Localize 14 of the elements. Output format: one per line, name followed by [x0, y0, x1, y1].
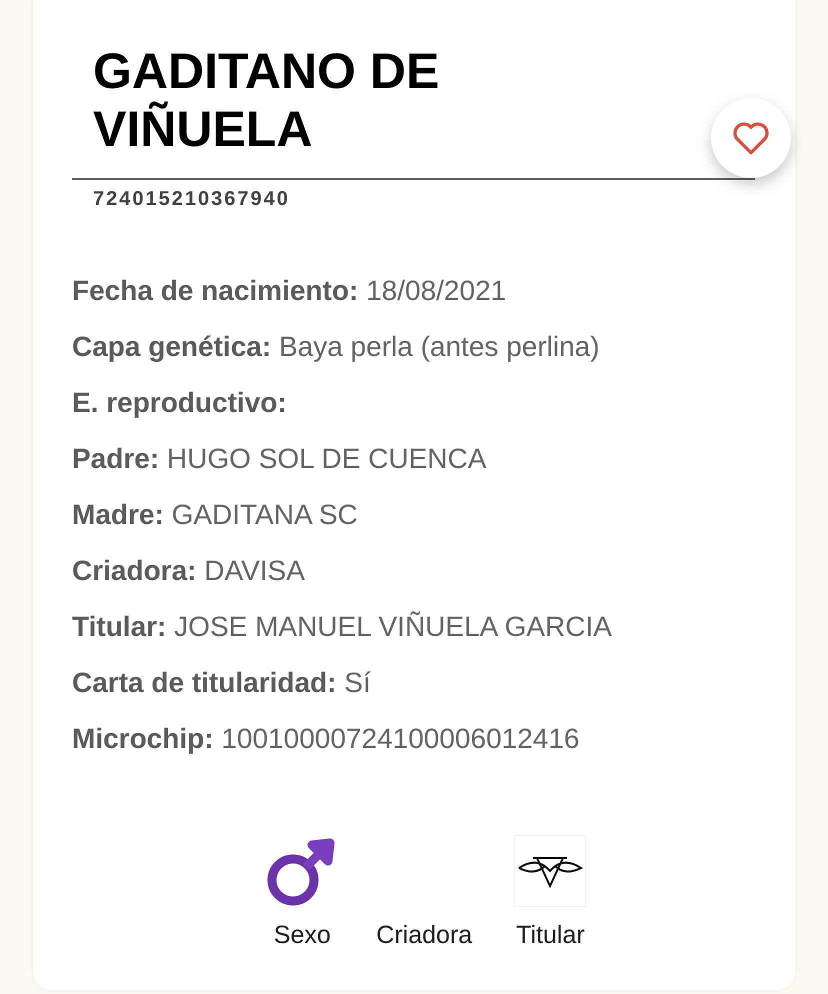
action-button[interactable]: Sexo [268, 917, 337, 954]
registration-number: 724015210367940 [93, 188, 290, 211]
info-line: Titular: JOSE MANUEL VIÑUELA GARCIA [72, 610, 612, 644]
horse-name: GADITANO DE VIÑUELA [93, 42, 440, 158]
action-button[interactable]: Criadora [370, 917, 478, 954]
info-line: Madre: GADITANA SC [72, 498, 358, 532]
info-line: E. reproductivo: [72, 386, 287, 420]
info-line: Microchip: 10010000724100006012416 [72, 722, 580, 756]
info-line: Carta de titularidad: Sí [72, 666, 371, 700]
info-line: Padre: HUGO SOL DE CUENCA [72, 442, 486, 476]
info-line: Capa genética: Baya perla (antes perlina) [72, 330, 600, 364]
info-line: Criadora: DAVISA [72, 554, 305, 588]
action-button[interactable]: Titular [510, 917, 591, 954]
info-line: Fecha de nacimiento: 18/08/2021 [72, 274, 506, 308]
